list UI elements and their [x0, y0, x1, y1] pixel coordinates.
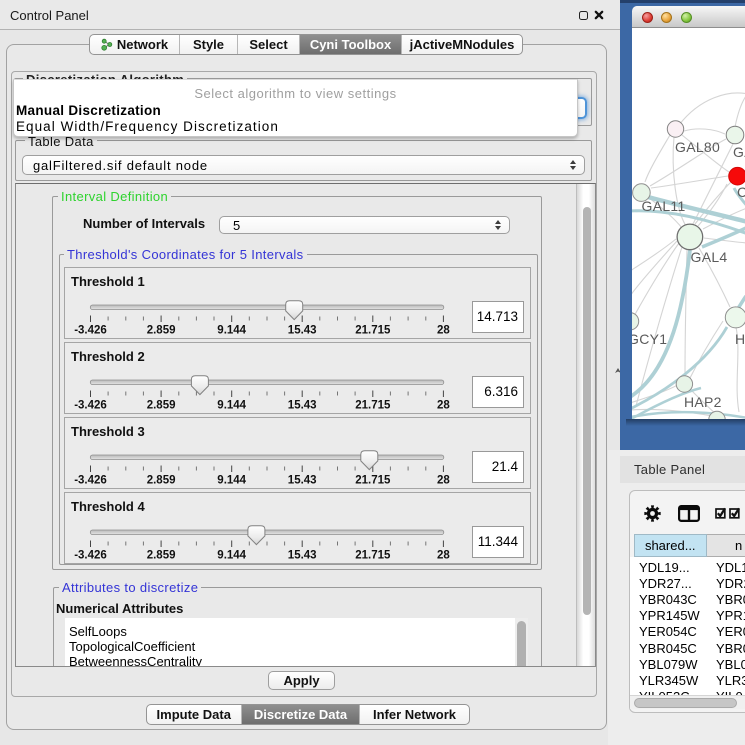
svg-text:21.715: 21.715 [355, 474, 391, 486]
svg-text:21.715: 21.715 [355, 549, 391, 561]
svg-text:-3.426: -3.426 [74, 325, 107, 337]
svg-text:-3.426: -3.426 [74, 399, 107, 411]
svg-text:28: 28 [437, 399, 450, 411]
svg-text:H: H [735, 331, 745, 347]
svg-text:9.144: 9.144 [217, 325, 246, 337]
svg-text:GAL11: GAL11 [642, 198, 686, 214]
svg-text:GAL80: GAL80 [675, 139, 720, 155]
svg-text:GCY1: GCY1 [632, 331, 667, 347]
svg-text:C: C [737, 184, 745, 200]
svg-text:GAL4: GAL4 [691, 249, 728, 265]
svg-text:2.859: 2.859 [147, 399, 176, 411]
svg-text:15.43: 15.43 [288, 474, 317, 486]
svg-text:2.859: 2.859 [147, 549, 176, 561]
svg-text:2.859: 2.859 [147, 325, 176, 337]
svg-text:15.43: 15.43 [288, 325, 317, 337]
svg-text:15.43: 15.43 [288, 399, 317, 411]
svg-text:9.144: 9.144 [217, 549, 246, 561]
svg-text:21.715: 21.715 [355, 399, 391, 411]
svg-text:21.715: 21.715 [355, 325, 391, 337]
svg-text:28: 28 [437, 325, 450, 337]
svg-text:28: 28 [437, 549, 450, 561]
svg-text:GA: GA [733, 144, 745, 160]
svg-text:2.859: 2.859 [147, 474, 176, 486]
svg-text:HAP2: HAP2 [684, 394, 722, 410]
svg-text:9.144: 9.144 [217, 399, 246, 411]
svg-text:28: 28 [437, 474, 450, 486]
svg-text:15.43: 15.43 [288, 549, 317, 561]
svg-text:-3.426: -3.426 [74, 549, 107, 561]
svg-text:9.144: 9.144 [217, 474, 246, 486]
svg-text:-3.426: -3.426 [74, 474, 107, 486]
